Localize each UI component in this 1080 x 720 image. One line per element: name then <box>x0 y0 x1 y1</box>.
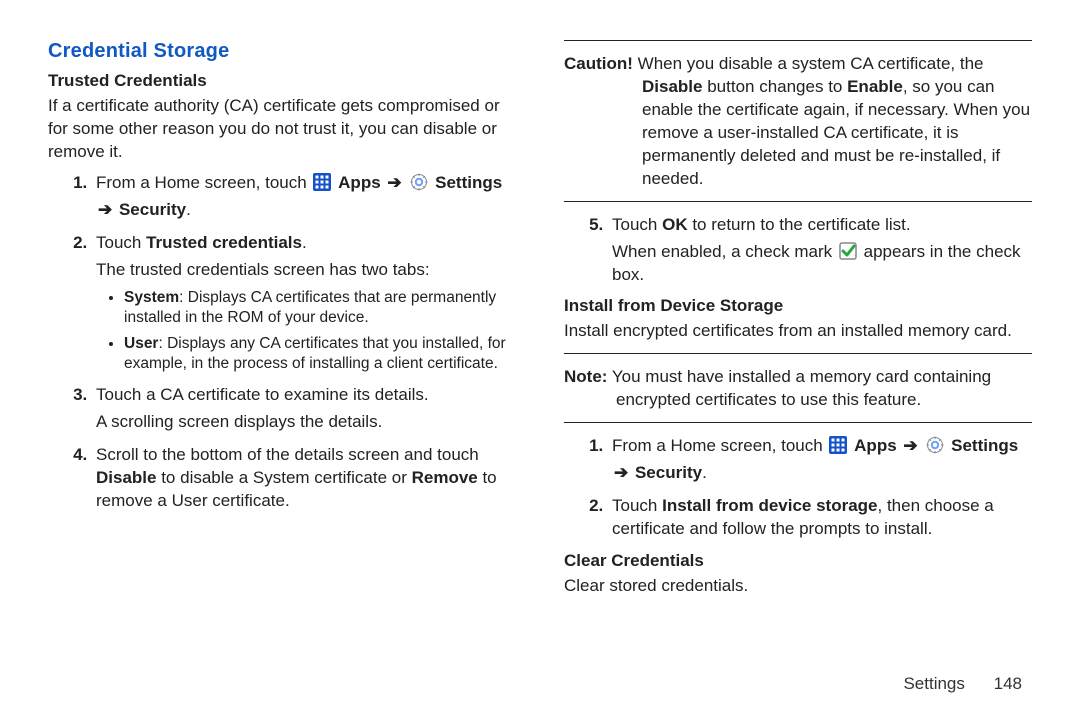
gear-icon <box>926 436 944 454</box>
step4-a: Scroll to the bottom of the details scre… <box>96 445 479 464</box>
trusted-step-4: Scroll to the bottom of the details scre… <box>92 444 516 513</box>
note-block: Note: You must have installed a memory c… <box>564 353 1032 423</box>
install-heading: Install from Device Storage <box>564 296 1032 316</box>
trusted-steps-cont: Touch OK to return to the certificate li… <box>564 214 1032 287</box>
settings-label: Settings <box>435 173 502 192</box>
step1-prefix: From a Home screen, touch <box>96 173 311 192</box>
step5-a: Touch <box>612 215 662 234</box>
install-intro: Install encrypted certificates from an i… <box>564 320 1032 343</box>
security-label: Security <box>119 200 186 219</box>
system-text: : Displays CA certificates that are perm… <box>124 289 496 326</box>
step5-l2a: When enabled, a check mark <box>612 242 837 261</box>
caution-text: Caution! When you disable a system CA ce… <box>564 53 1032 191</box>
arrow-icon: ➔ <box>903 436 917 455</box>
arrow-icon: ➔ <box>387 173 401 192</box>
ok-word: OK <box>662 215 688 234</box>
note-text: Note: You must have installed a memory c… <box>564 366 1032 412</box>
remove-word: Remove <box>412 468 478 487</box>
rule-bottom <box>564 201 1032 202</box>
install-step-1: From a Home screen, touch Apps ➔ <box>608 435 1032 485</box>
trusted-intro: If a certificate authority (CA) certific… <box>48 95 516 164</box>
trusted-step-5: Touch OK to return to the certificate li… <box>608 214 1032 287</box>
install-from-device-label: Install from device storage <box>662 496 877 515</box>
clear-heading: Clear Credentials <box>564 551 1032 571</box>
caution-b: button changes to <box>702 77 847 96</box>
caution-a: When you disable a system CA certificate… <box>633 54 984 73</box>
rule-top <box>564 40 1032 41</box>
step2-prefix: Touch <box>96 233 146 252</box>
checkmark-icon <box>839 242 857 260</box>
rule-note-bottom <box>564 422 1032 423</box>
section-title: Credential Storage <box>48 40 516 63</box>
note-label: Note: <box>564 367 607 386</box>
caution-block: Caution! When you disable a system CA ce… <box>564 40 1032 202</box>
step4-b: to disable a System certificate or <box>156 468 411 487</box>
clear-text: Clear stored credentials. <box>564 575 1032 598</box>
step5-line2: When enabled, a check mark appears in th… <box>612 241 1032 287</box>
trusted-step-3: Touch a CA certificate to examine its de… <box>92 384 516 434</box>
rule-note-top <box>564 353 1032 354</box>
install-s1-prefix: From a Home screen, touch <box>612 436 827 455</box>
install-step-2: Touch Install from device storage, then … <box>608 495 1032 541</box>
caution-label: Caution! <box>564 54 633 73</box>
apps-grid-icon <box>829 436 847 454</box>
step3-line1: Touch a CA certificate to examine its de… <box>96 385 429 404</box>
user-text: : Displays any CA certificates that you … <box>124 335 506 372</box>
trusted-steps: From a Home screen, touch Apps ➔ <box>48 172 516 513</box>
apps-label: Apps <box>338 173 381 192</box>
apps-grid-icon <box>313 173 331 191</box>
trusted-credentials-label: Trusted credentials <box>146 233 302 252</box>
system-label: System <box>124 289 179 306</box>
user-tab-desc: User: Displays any CA certificates that … <box>124 334 516 374</box>
content-columns: Credential Storage Trusted Credentials I… <box>48 40 1032 660</box>
page-number: 148 <box>994 674 1022 693</box>
enable-word: Enable <box>847 77 903 96</box>
security-label: Security <box>635 463 702 482</box>
tabs-list: System: Displays CA certificates that ar… <box>96 288 516 375</box>
arrow-icon: ➔ <box>98 200 117 219</box>
system-tab-desc: System: Displays CA certificates that ar… <box>124 288 516 328</box>
install-s2-a: Touch <box>612 496 662 515</box>
user-label: User <box>124 335 158 352</box>
install-steps: From a Home screen, touch Apps ➔ <box>564 435 1032 541</box>
period: . <box>702 463 707 482</box>
trusted-step-1: From a Home screen, touch Apps ➔ <box>92 172 516 222</box>
disable-word: Disable <box>96 468 156 487</box>
apps-label: Apps <box>854 436 897 455</box>
trusted-step-2: Touch Trusted credentials. The trusted c… <box>92 232 516 374</box>
page-footer: Settings 148 <box>903 674 1022 694</box>
page: Credential Storage Trusted Credentials I… <box>0 0 1080 720</box>
step3-line2: A scrolling screen displays the details. <box>96 411 516 434</box>
step2-line2: The trusted credentials screen has two t… <box>96 259 516 282</box>
disable-word: Disable <box>642 77 702 96</box>
note-body: You must have installed a memory card co… <box>607 367 991 409</box>
settings-label: Settings <box>951 436 1018 455</box>
period: . <box>186 200 191 219</box>
gear-icon <box>410 173 428 191</box>
footer-section: Settings <box>903 674 964 693</box>
step5-b: to return to the certificate list. <box>688 215 911 234</box>
arrow-icon: ➔ <box>614 463 633 482</box>
trusted-heading: Trusted Credentials <box>48 71 516 91</box>
period: . <box>302 233 307 252</box>
